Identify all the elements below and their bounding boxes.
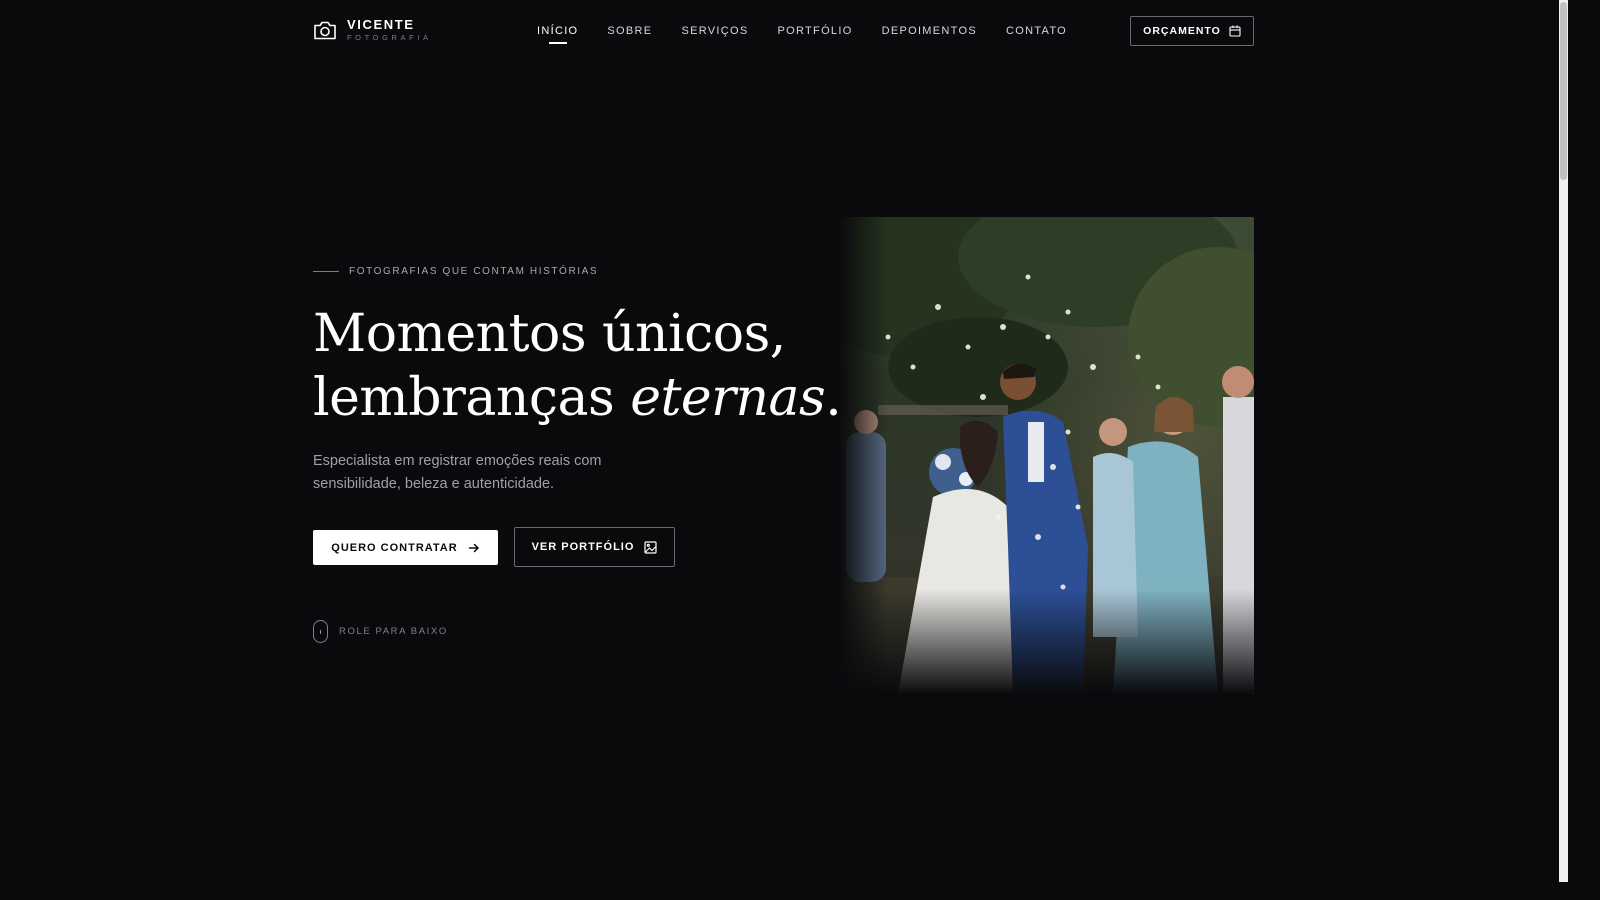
- scroll-down-hint[interactable]: ROLE PARA BAIXO: [313, 620, 448, 643]
- nav-item-depoimentos[interactable]: DEPOIMENTOS: [882, 25, 977, 37]
- nav-item-contato[interactable]: CONTATO: [1006, 25, 1067, 37]
- arrow-right-icon: [468, 543, 479, 552]
- nav-item-sobre[interactable]: SOBRE: [607, 25, 652, 37]
- wedding-couple-photo: [838, 217, 1254, 694]
- brand-name: VICENTE: [347, 17, 415, 32]
- scroll-hint-label: ROLE PARA BAIXO: [339, 626, 448, 637]
- calendar-icon: [1229, 25, 1241, 37]
- image-icon: [644, 540, 658, 554]
- portfolio-button-label: VER PORTFÓLIO: [531, 541, 635, 553]
- brand-text: VICENTE FOTOGRAFIA: [347, 18, 432, 42]
- portfolio-button[interactable]: VER PORTFÓLIO: [514, 527, 675, 567]
- nav-item-inicio[interactable]: INÍCIO: [537, 25, 578, 37]
- camera-icon: [314, 21, 336, 40]
- nav-item-servicos[interactable]: SERVIÇOS: [681, 25, 748, 37]
- nav-item-portfolio[interactable]: PORTFÓLIO: [778, 25, 853, 37]
- hire-button[interactable]: QUERO CONTRATAR: [313, 530, 498, 565]
- eyebrow-text: FOTOGRAFIAS QUE CONTAM HISTÓRIAS: [349, 266, 599, 277]
- hire-button-label: QUERO CONTRATAR: [331, 541, 458, 554]
- wedding-photo-illustration: [838, 217, 1254, 694]
- headline-line-2-italic: eternas: [630, 368, 826, 428]
- headline-line-1: Momentos únicos,: [313, 304, 786, 364]
- headline-line-2: lembranças eternas.: [313, 366, 842, 430]
- hero-headline: Momentos únicos, lembranças eternas.: [313, 302, 842, 430]
- page: VICENTE FOTOGRAFIA INÍCIO SOBRE SERVIÇOS…: [0, 0, 1568, 882]
- quote-button[interactable]: ORÇAMENTO: [1130, 16, 1254, 46]
- brand-logo[interactable]: VICENTE FOTOGRAFIA: [313, 18, 432, 42]
- eyebrow-divider: [313, 271, 339, 272]
- brand-subtitle: FOTOGRAFIA: [347, 33, 432, 42]
- scrollbar-thumb[interactable]: [1560, 2, 1567, 180]
- mouse-icon: [313, 620, 328, 643]
- hero-eyebrow: FOTOGRAFIAS QUE CONTAM HISTÓRIAS: [313, 266, 598, 277]
- page-scrollbar[interactable]: [1559, 0, 1568, 882]
- quote-button-label: ORÇAMENTO: [1143, 25, 1221, 37]
- hero-lead: Especialista em registrar emoções reais …: [313, 453, 602, 492]
- headline-line-2-plain: lembranças: [313, 368, 631, 428]
- main-nav: INÍCIO SOBRE SERVIÇOS PORTFÓLIO DEPOIMEN…: [537, 25, 1096, 37]
